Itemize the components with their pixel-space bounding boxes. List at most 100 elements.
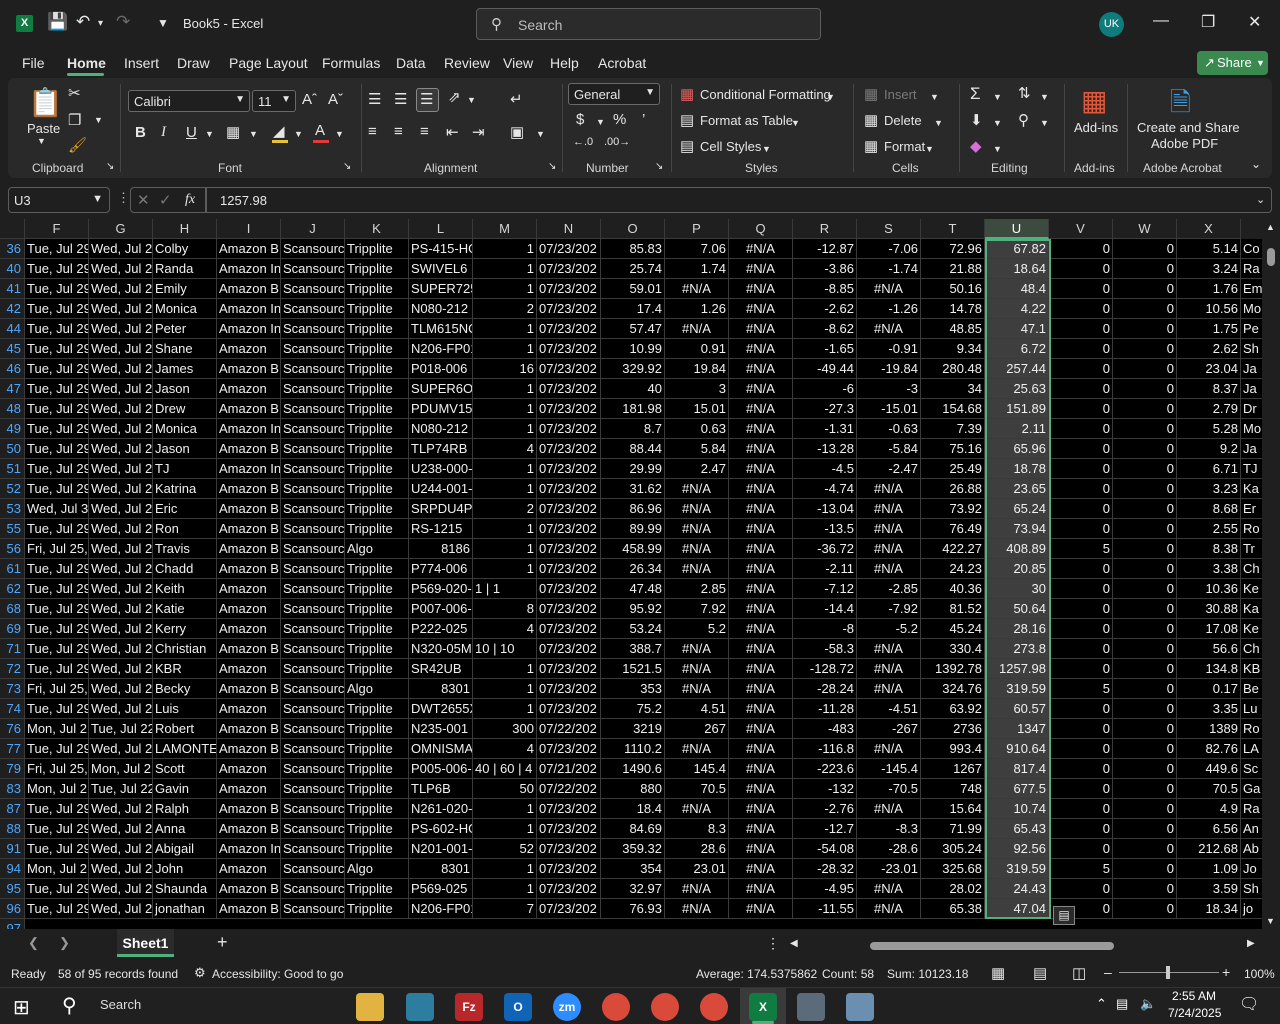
cell-i[interactable]: Amazon B xyxy=(217,819,281,839)
cell-t[interactable]: 993.4 xyxy=(921,739,985,759)
row-header[interactable]: 73 xyxy=(0,679,25,699)
cell-s[interactable]: #N/A xyxy=(857,799,921,819)
chevron-down-icon[interactable]: ▼ xyxy=(826,92,835,102)
copy-dropdown-icon[interactable]: ▼ xyxy=(94,115,103,125)
cell-t[interactable]: 24.23 xyxy=(921,559,985,579)
cell-i[interactable]: Amazon B xyxy=(217,739,281,759)
cell-m[interactable]: 4 xyxy=(473,619,537,639)
cell-g[interactable]: Wed, Jul 2 xyxy=(89,539,153,559)
cell-v[interactable]: 0 xyxy=(1049,339,1113,359)
restore-icon[interactable]: ❐ xyxy=(1201,12,1215,32)
formula-input[interactable]: 1257.98 xyxy=(206,187,1272,213)
cell-f[interactable]: Tue, Jul 29 xyxy=(25,699,89,719)
column-header-k[interactable]: K xyxy=(345,219,409,239)
cell-j[interactable]: Scansourc xyxy=(281,379,345,399)
cell-w[interactable]: 0 xyxy=(1113,639,1177,659)
cell-m[interactable]: 1 xyxy=(473,319,537,339)
cell-s[interactable]: -2.47 xyxy=(857,459,921,479)
cell-h[interactable]: jonathan xyxy=(153,899,217,919)
tab-insert[interactable]: Insert xyxy=(124,55,159,71)
cell-j[interactable]: Scansourc xyxy=(281,339,345,359)
cell-m[interactable]: 1 xyxy=(473,479,537,499)
cell-k[interactable]: Algo xyxy=(345,539,409,559)
close-icon[interactable]: ✕ xyxy=(1248,12,1261,32)
cell-v[interactable]: 0 xyxy=(1049,699,1113,719)
tab-review[interactable]: Review xyxy=(444,55,490,71)
paste-dropdown-icon[interactable]: ▼ xyxy=(37,136,46,146)
cell-w[interactable]: 0 xyxy=(1113,239,1177,259)
cell-k[interactable]: Tripplite xyxy=(345,719,409,739)
cell-l[interactable]: N206-FP01 xyxy=(409,339,473,359)
cell-t[interactable]: 71.99 xyxy=(921,819,985,839)
cell-w[interactable]: 0 xyxy=(1113,359,1177,379)
cell-l[interactable]: P018-006 xyxy=(409,359,473,379)
cell-p[interactable]: #N/A xyxy=(665,659,729,679)
cell-w[interactable]: 0 xyxy=(1113,859,1177,879)
cell-h[interactable]: Randa xyxy=(153,259,217,279)
row-header[interactable]: 96 xyxy=(0,899,25,919)
cell-g[interactable]: Wed, Jul 2 xyxy=(89,839,153,859)
cell-q[interactable]: #N/A xyxy=(729,819,793,839)
cell-k[interactable]: Tripplite xyxy=(345,519,409,539)
cell-g[interactable]: Tue, Jul 22 xyxy=(89,719,153,739)
cell-y[interactable]: Sc xyxy=(1241,759,1262,779)
cell-v[interactable]: 0 xyxy=(1049,799,1113,819)
cell-k[interactable]: Tripplite xyxy=(345,699,409,719)
cell-v[interactable]: 0 xyxy=(1049,879,1113,899)
cell-v[interactable]: 0 xyxy=(1049,479,1113,499)
cell-g[interactable]: Wed, Jul 2 xyxy=(89,279,153,299)
cell-g[interactable]: Wed, Jul 2 xyxy=(89,419,153,439)
cell-r[interactable]: -4.74 xyxy=(793,479,857,499)
cell-g[interactable]: Wed, Jul 2 xyxy=(89,819,153,839)
cell-t[interactable]: 1267 xyxy=(921,759,985,779)
cell-y[interactable]: Ra xyxy=(1241,259,1262,279)
cell-g[interactable]: Wed, Jul 2 xyxy=(89,359,153,379)
start-icon[interactable]: ⊞ xyxy=(13,995,30,1020)
cell-q[interactable]: #N/A xyxy=(729,739,793,759)
cell-l[interactable]: U238-000- xyxy=(409,459,473,479)
cell-u[interactable]: 48.4 xyxy=(985,279,1049,299)
chevron-down-icon[interactable]: ▼ xyxy=(993,144,1002,154)
cell-i[interactable]: Amazon B xyxy=(217,879,281,899)
cell-x[interactable]: 4.9 xyxy=(1177,799,1241,819)
cell-s[interactable]: #N/A xyxy=(857,559,921,579)
cell-v[interactable]: 0 xyxy=(1049,579,1113,599)
cell-g[interactable]: Tue, Jul 22 xyxy=(89,779,153,799)
cell-m[interactable]: 4 xyxy=(473,439,537,459)
cell-h[interactable]: Shane xyxy=(153,339,217,359)
cell-y[interactable]: jo xyxy=(1241,899,1262,919)
cell-v[interactable]: 0 xyxy=(1049,559,1113,579)
chevron-down-icon[interactable]: ▼ xyxy=(1040,118,1049,128)
currency-icon[interactable]: $ xyxy=(576,111,584,128)
cell-v[interactable]: 0 xyxy=(1049,459,1113,479)
cell-t[interactable]: 75.16 xyxy=(921,439,985,459)
cell-f[interactable]: Tue, Jul 29 xyxy=(25,399,89,419)
cell-y[interactable]: An xyxy=(1241,819,1262,839)
cell-r[interactable]: -13.5 xyxy=(793,519,857,539)
cell-k[interactable]: Tripplite xyxy=(345,639,409,659)
row-header[interactable]: 69 xyxy=(0,619,25,639)
cell-x[interactable]: 1.76 xyxy=(1177,279,1241,299)
cell-i[interactable]: Amazon B xyxy=(217,719,281,739)
cell-f[interactable]: Tue, Jul 29 xyxy=(25,239,89,259)
cell-x[interactable]: 3.24 xyxy=(1177,259,1241,279)
row-header[interactable]: 42 xyxy=(0,299,25,319)
cell-l[interactable]: SUPER725 xyxy=(409,279,473,299)
cell-o[interactable]: 1110.2 xyxy=(601,739,665,759)
cell-f[interactable]: Tue, Jul 29 xyxy=(25,579,89,599)
cell-l[interactable]: PDUMV15 xyxy=(409,399,473,419)
cell-r[interactable]: -4.95 xyxy=(793,879,857,899)
cell-w[interactable]: 0 xyxy=(1113,659,1177,679)
cell-l[interactable]: 8301 xyxy=(409,679,473,699)
cell-j[interactable]: Scansourc xyxy=(281,839,345,859)
cell-o[interactable]: 86.96 xyxy=(601,499,665,519)
minimize-icon[interactable]: — xyxy=(1153,12,1169,30)
cell-o[interactable]: 59.01 xyxy=(601,279,665,299)
cell-i[interactable]: Amazon B xyxy=(217,359,281,379)
cell-u[interactable]: 28.16 xyxy=(985,619,1049,639)
cell-l[interactable]: N235-001 xyxy=(409,719,473,739)
cell-i[interactable]: Amazon B xyxy=(217,279,281,299)
cell-j[interactable]: Scansourc xyxy=(281,599,345,619)
cell-f[interactable]: Fri, Jul 25, xyxy=(25,539,89,559)
cell-v[interactable]: 0 xyxy=(1049,759,1113,779)
